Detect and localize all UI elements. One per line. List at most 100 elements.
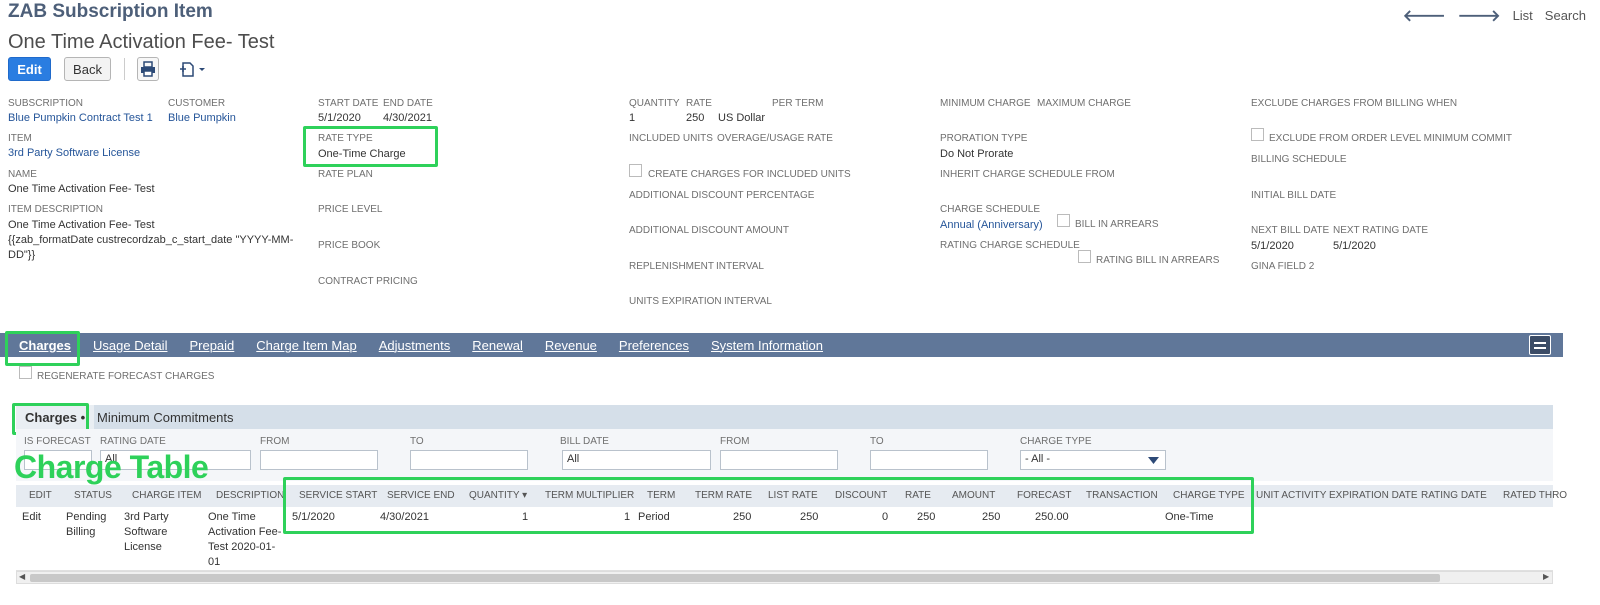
charge-table-highlight [283, 477, 1254, 534]
quantity-label: QUANTITY [629, 98, 680, 109]
charge-table-annotation: Charge Table [14, 449, 209, 485]
customer-label: CUSTOMER [168, 98, 226, 109]
row-description: Activation Fee- [208, 526, 282, 538]
row-description: Test 2020-01- [208, 541, 276, 553]
exclude-charges-label: EXCLUDE CHARGES FROM BILLING WHEN [1251, 98, 1458, 109]
record-name: One Time Activation Fee- Test [8, 31, 275, 53]
next-rating-date-label: NEXT RATING DATE [1333, 225, 1429, 236]
charge-schedule-link[interactable]: Annual (Anniversary) [940, 219, 1043, 231]
item-label: ITEM [8, 133, 32, 144]
row-status: Pending [66, 511, 107, 523]
row-edit-link[interactable]: Edit [22, 511, 41, 523]
row-charge-item-link[interactable]: License [124, 541, 162, 553]
edit-button[interactable]: Edit [8, 57, 51, 81]
replenishment-label: REPLENISHMENT [629, 261, 715, 272]
exclude-order-label: EXCLUDE FROM ORDER LEVEL MINIMUM COMMIT [1269, 133, 1512, 144]
start-date-label: START DATE [318, 98, 379, 109]
contract-pricing-label: CONTRACT PRICING [318, 276, 418, 287]
rating-to-label: TO [410, 436, 424, 447]
item-description-line: DD"}} [8, 249, 36, 261]
name-value: One Time Activation Fee- Test [8, 183, 155, 195]
next-record-icon[interactable]: 🡒 [1458, 5, 1501, 26]
rate-label: RATE [686, 98, 712, 109]
row-description: 01 [208, 556, 221, 568]
bill-date-label: BILL DATE [560, 436, 609, 447]
tab-preferences[interactable]: Preferences [608, 338, 700, 353]
end-date-value: 4/30/2021 [383, 112, 432, 124]
subtab-minimum-commitments[interactable]: Minimum Commitments [88, 405, 243, 429]
price-level-label: PRICE LEVEL [318, 204, 383, 215]
next-bill-date-label: NEXT BILL DATE [1251, 225, 1330, 236]
rate-plan-label: RATE PLAN [318, 169, 373, 180]
bill-in-arrears-checkbox[interactable] [1057, 214, 1070, 227]
per-term-label: PER TERM [772, 98, 824, 109]
row-charge-item-link[interactable]: Software [124, 526, 167, 538]
tab-system-information[interactable]: System Information [700, 338, 834, 353]
column-header: DESCRIPTION [216, 490, 285, 501]
bill-date-select[interactable]: All [562, 450, 711, 470]
rating-to-input[interactable] [410, 450, 528, 470]
actions-menu-button[interactable] [178, 57, 208, 81]
column-header: STATUS [74, 490, 112, 501]
previous-record-icon[interactable]: 🡐 [1403, 5, 1446, 26]
regenerate-forecast-checkbox[interactable] [19, 366, 32, 379]
rate-type-highlight [303, 126, 438, 167]
bill-to-label: TO [870, 436, 884, 447]
scrollbar-thumb[interactable] [30, 574, 1440, 582]
billing-schedule-label: BILLING SCHEDULE [1251, 154, 1347, 165]
bill-to-input[interactable] [870, 450, 988, 470]
list-link[interactable]: List [1513, 8, 1533, 23]
charge-type-selected-value: - All - [1025, 453, 1051, 465]
replenishment-interval-label: INTERVAL [716, 261, 764, 272]
create-charges-checkbox[interactable] [629, 164, 642, 177]
bill-from-label: FROM [720, 436, 750, 447]
rating-from-label: FROM [260, 436, 290, 447]
gina-field-label: GINA FIELD 2 [1251, 261, 1315, 272]
name-label: NAME [8, 169, 37, 180]
column-header: CHARGE ITEM [132, 490, 202, 501]
minimum-charge-label: MINIMUM CHARGE [940, 98, 1031, 109]
customer-link[interactable]: Blue Pumpkin [168, 112, 236, 124]
exclude-order-checkbox[interactable] [1251, 128, 1264, 141]
tab-usage-detail[interactable]: Usage Detail [82, 338, 178, 353]
scroll-right-icon[interactable]: ▶ [1543, 572, 1549, 581]
subscription-label: SUBSCRIPTION [8, 98, 84, 109]
proration-type-label: PRORATION TYPE [940, 133, 1028, 144]
tab-revenue[interactable]: Revenue [534, 338, 608, 353]
charge-type-select[interactable]: - All - [1020, 450, 1166, 470]
new-document-icon [180, 62, 205, 77]
rating-from-input[interactable] [260, 450, 378, 470]
additional-discount-percentage-label: ADDITIONAL DISCOUNT PERCENTAGE [629, 190, 815, 201]
scroll-left-icon[interactable]: ◀ [19, 572, 25, 581]
bill-from-input[interactable] [720, 450, 838, 470]
item-description-label: ITEM DESCRIPTION [8, 204, 104, 215]
row-status: Billing [66, 526, 96, 538]
rating-bill-in-arrears-label: RATING BILL IN ARREARS [1096, 255, 1220, 266]
tab-adjustments[interactable]: Adjustments [368, 338, 462, 353]
rating-bill-in-arrears-checkbox[interactable] [1078, 250, 1091, 263]
regenerate-forecast-label: REGENERATE FORECAST CHARGES [37, 371, 215, 382]
item-link[interactable]: 3rd Party Software License [8, 147, 140, 159]
is-forecast-label: IS FORECAST [24, 436, 91, 447]
subscription-link[interactable]: Blue Pumpkin Contract Test 1 [8, 112, 153, 124]
next-bill-date-value: 5/1/2020 [1251, 240, 1294, 252]
rate-value: 250 [686, 112, 705, 124]
column-header: RATED THRO [1503, 490, 1568, 501]
tab-charge-item-map[interactable]: Charge Item Map [245, 338, 367, 353]
item-description-line: One Time Activation Fee- Test [8, 219, 155, 231]
tab-prepaid[interactable]: Prepaid [178, 338, 245, 353]
layout-menu-icon[interactable] [1529, 335, 1551, 355]
column-header: RATING DATE [1421, 490, 1487, 501]
rating-date-label: RATING DATE [100, 436, 166, 447]
search-link[interactable]: Search [1545, 8, 1586, 23]
print-button[interactable] [137, 57, 159, 81]
currency-value: US Dollar [718, 112, 766, 124]
toolbar-divider [124, 58, 125, 80]
row-charge-item-link[interactable]: 3rd Party [124, 511, 169, 523]
start-date-value: 5/1/2020 [318, 112, 361, 124]
charge-type-label: CHARGE TYPE [1020, 436, 1092, 447]
price-book-label: PRICE BOOK [318, 240, 381, 251]
back-button[interactable]: Back [64, 57, 111, 81]
tab-renewal[interactable]: Renewal [461, 338, 534, 353]
charges-tab-highlight [5, 331, 80, 366]
